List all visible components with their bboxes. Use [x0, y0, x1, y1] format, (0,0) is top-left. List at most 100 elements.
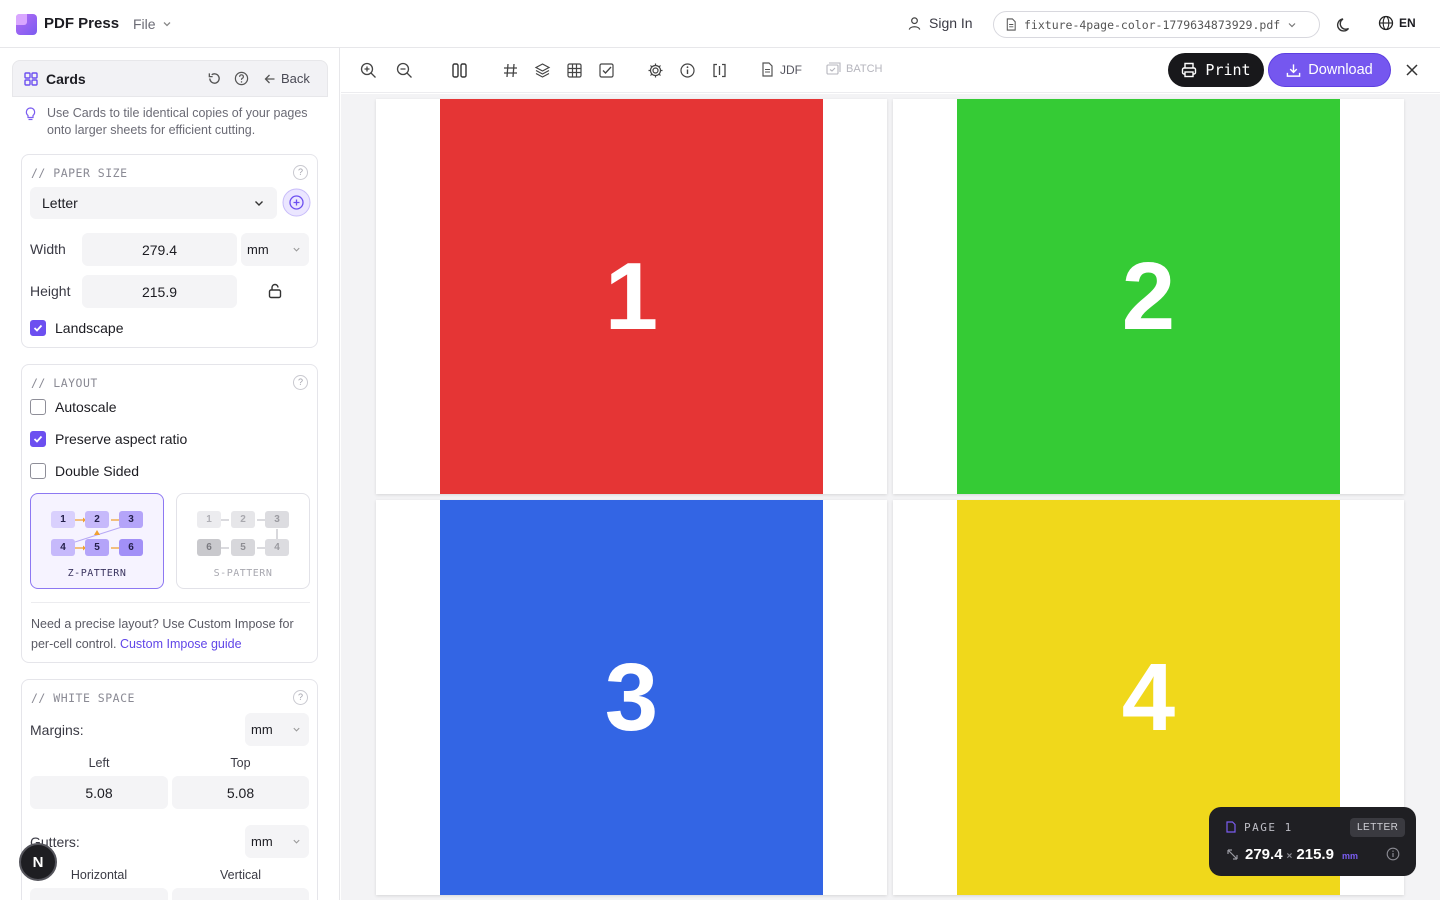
file-menu[interactable]: File: [133, 16, 172, 32]
gutters-unit-select[interactable]: mm: [245, 825, 309, 858]
custom-impose-guide-link[interactable]: Custom Impose guide: [120, 637, 242, 651]
page-height-value: 215.9: [1296, 846, 1334, 863]
paper-preset-select[interactable]: Letter: [30, 187, 277, 219]
tip-label: Use Cards to tile identical copies of yo…: [47, 106, 308, 137]
reset-icon[interactable]: [207, 71, 222, 86]
checkbox-empty-icon: [30, 463, 46, 479]
vertical-gutter-input[interactable]: [172, 888, 309, 900]
layers-icon[interactable]: [534, 62, 551, 79]
double-sided-checkbox[interactable]: Double Sided: [30, 463, 139, 479]
jdf-button[interactable]: JDF: [761, 62, 802, 77]
card-cell-2: 2: [893, 99, 1404, 494]
help-icon[interactable]: ?: [293, 165, 308, 180]
sidebar-header: Cards Back: [12, 60, 328, 97]
settings-gear-icon[interactable]: [647, 62, 664, 79]
checkbox-checked-icon: [30, 431, 46, 447]
paper-preset-value: Letter: [42, 195, 78, 211]
close-icon[interactable]: [1404, 62, 1420, 78]
vertical-gutter-label: Vertical: [220, 868, 261, 882]
unlock-icon[interactable]: [267, 283, 283, 299]
file-name: fixture-4page-color-1779634873929.pdf: [1024, 17, 1281, 32]
margins-unit-select[interactable]: mm: [245, 713, 309, 746]
preview-canvas[interactable]: 1 2 3 4: [341, 94, 1440, 900]
brand-name: PDF Press: [44, 15, 120, 32]
divider: [31, 602, 310, 603]
times-symbol: ×: [1286, 851, 1293, 862]
resize-diagonal-icon: [1227, 849, 1238, 860]
page-thumbnail: 3: [440, 500, 823, 895]
download-icon: [1286, 63, 1301, 77]
chevron-down-icon: [293, 727, 300, 732]
back-button[interactable]: Back: [264, 71, 310, 86]
info-icon[interactable]: [1386, 847, 1400, 861]
top-margin-input[interactable]: 5.08: [172, 776, 309, 809]
height-label: Height: [30, 283, 71, 299]
app-logo: [16, 14, 37, 35]
sidebar-title: Cards: [46, 71, 86, 87]
dark-mode-toggle-icon[interactable]: [1335, 15, 1353, 33]
help-icon[interactable]: ?: [293, 690, 308, 705]
document-icon: [1006, 18, 1016, 31]
page-thumbnail: 2: [957, 99, 1340, 494]
z-pattern-option[interactable]: 1 2 3 4 5 6 Z-PATTERN: [30, 493, 164, 589]
sign-in-button[interactable]: Sign In: [907, 15, 973, 31]
s-pattern-option[interactable]: 1 2 3 6 5 4 S-PATTERN: [176, 493, 310, 589]
grid-icon: [24, 72, 38, 86]
user-icon: [908, 16, 921, 30]
info-icon[interactable]: [679, 62, 696, 79]
top-margin-label: Top: [230, 756, 251, 770]
option-label: Preserve aspect ratio: [55, 431, 188, 447]
page-number-label: PAGE 1: [1244, 821, 1293, 834]
chevron-down-icon: [293, 247, 300, 252]
left-margin-input[interactable]: 5.08: [30, 776, 168, 809]
tip-text: Use Cards to tile identical copies of yo…: [24, 105, 314, 139]
printer-icon: [1182, 62, 1197, 78]
paper-size-tag: LETTER: [1350, 818, 1406, 837]
user-avatar[interactable]: N: [19, 843, 57, 881]
file-selector[interactable]: fixture-4page-color-1779634873929.pdf: [993, 11, 1320, 38]
batch-button[interactable]: BATCH: [826, 62, 882, 75]
compare-brackets-icon[interactable]: [711, 62, 728, 79]
page-dimensions: 279.4 × 215.9 mm: [1245, 846, 1358, 863]
height-input[interactable]: 215.9: [82, 275, 237, 308]
checkbox-square-icon[interactable]: [598, 62, 615, 79]
document-icon: [1226, 821, 1236, 833]
horizontal-gutter-input[interactable]: [30, 888, 168, 900]
pattern-label: Z-PATTERN: [67, 568, 127, 579]
landscape-checkbox[interactable]: Landscape: [30, 320, 124, 336]
zoom-in-icon[interactable]: [360, 62, 377, 79]
chevron-down-icon: [293, 839, 300, 844]
landscape-label: Landscape: [55, 320, 124, 336]
back-label: Back: [281, 71, 310, 86]
paper-size-title: // PAPER SIZE: [31, 166, 128, 180]
columns-icon[interactable]: [451, 62, 468, 79]
help-icon[interactable]: [234, 71, 249, 86]
download-label: Download: [1308, 62, 1373, 78]
print-button[interactable]: Print: [1168, 53, 1264, 87]
page-info-badge: PAGE 1 LETTER 279.4 × 215.9 mm: [1209, 807, 1416, 876]
checkbox-empty-icon: [30, 399, 46, 415]
download-button[interactable]: Download: [1268, 53, 1391, 87]
autoscale-checkbox[interactable]: Autoscale: [30, 399, 116, 415]
globe-icon: [1378, 15, 1394, 31]
size-unit-select[interactable]: mm: [241, 233, 309, 266]
page-numbers-icon[interactable]: [502, 62, 519, 79]
size-unit-value: mm: [247, 242, 269, 257]
margins-unit-value: mm: [251, 722, 273, 737]
cards-sidebar: Cards Back Use Cards to tile identical c…: [0, 48, 340, 900]
table-grid-icon[interactable]: [566, 62, 583, 79]
page-width-value: 279.4: [1245, 846, 1283, 863]
language-label: EN: [1399, 16, 1416, 30]
add-paper-size-icon[interactable]: [282, 188, 311, 217]
width-input[interactable]: 279.4: [82, 233, 237, 266]
checkbox-checked-icon: [30, 320, 46, 336]
help-icon[interactable]: ?: [293, 375, 308, 390]
language-selector[interactable]: EN: [1378, 15, 1416, 31]
sign-in-label: Sign In: [929, 15, 973, 31]
z-pattern-arrows-icon: [74, 517, 126, 551]
option-label: Double Sided: [55, 463, 140, 479]
layout-section: // LAYOUT ? Autoscale Preserve aspect ra…: [21, 364, 318, 663]
card-cell-3: 3: [376, 500, 887, 895]
zoom-out-icon[interactable]: [396, 62, 413, 79]
preserve-aspect-checkbox[interactable]: Preserve aspect ratio: [30, 431, 187, 447]
